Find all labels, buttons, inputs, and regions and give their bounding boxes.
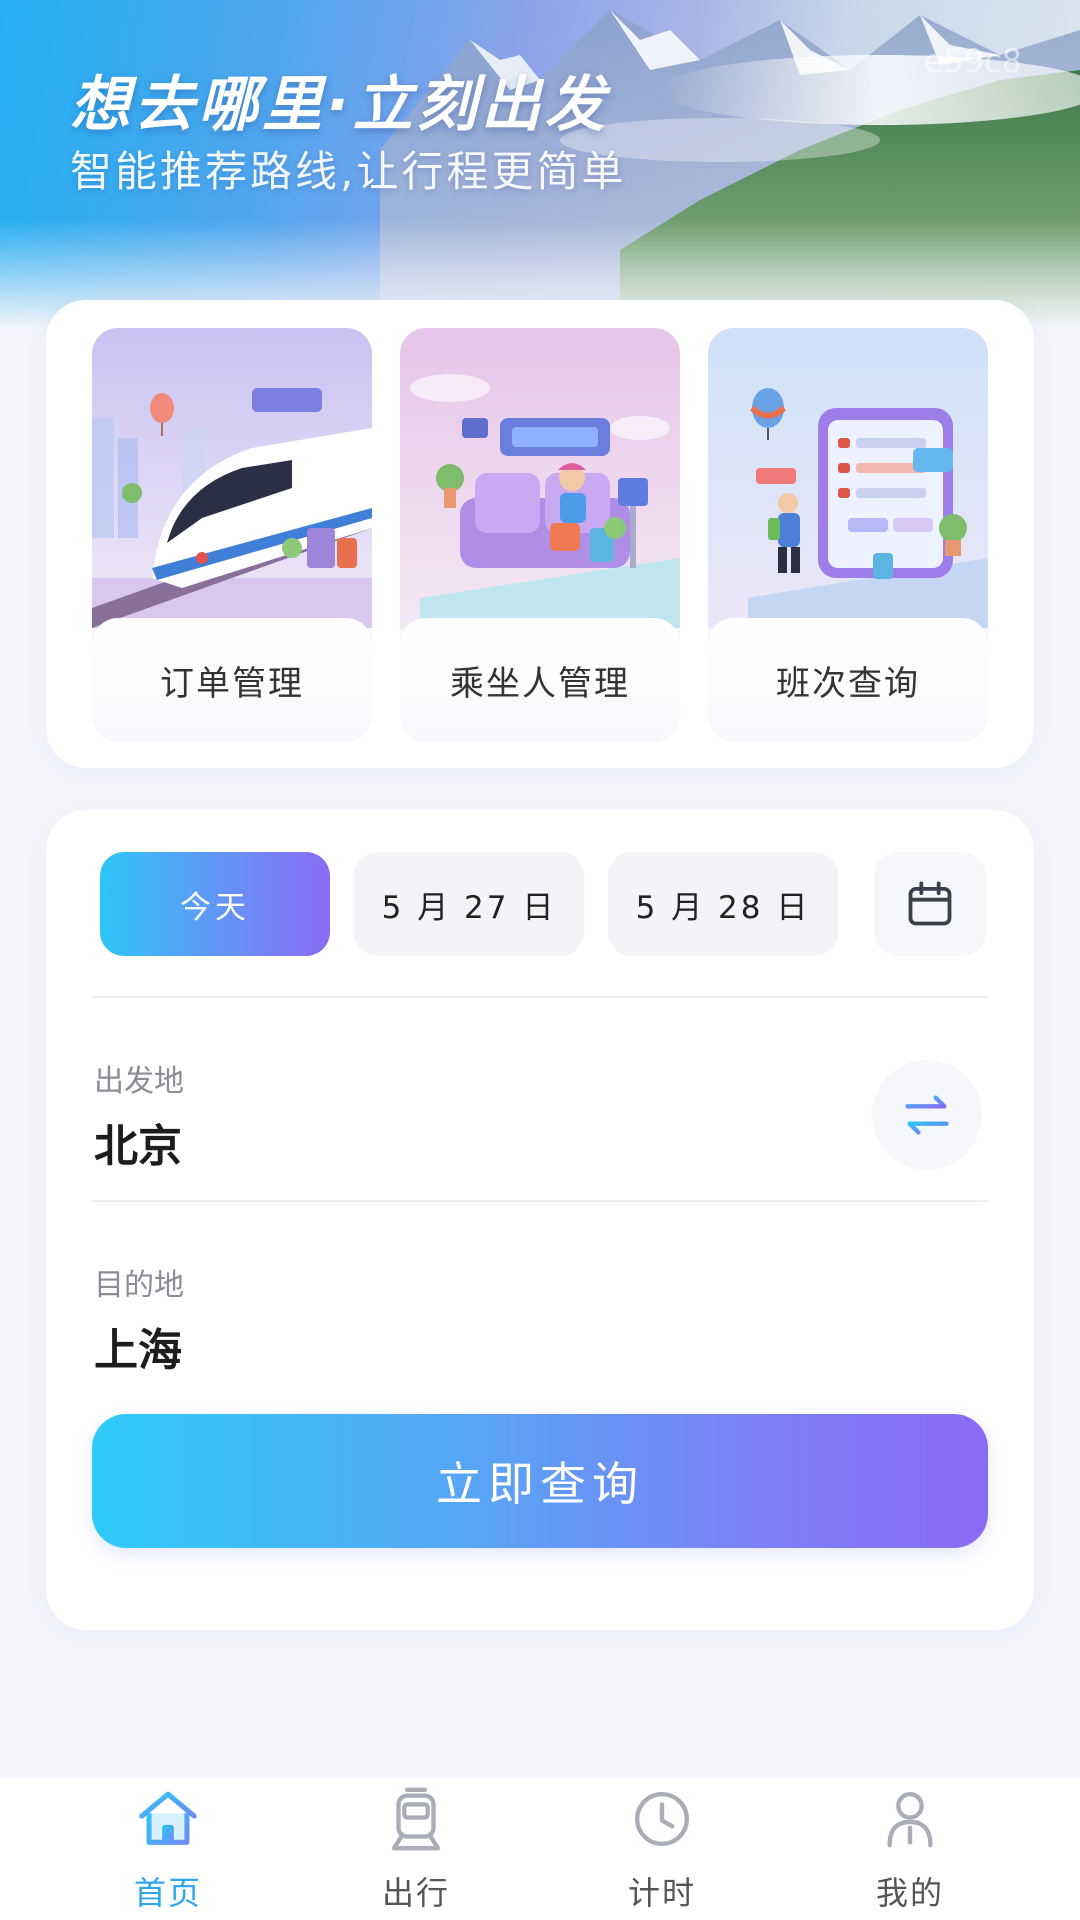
destination-label: 目的地 — [94, 1268, 184, 1303]
clock-icon — [635, 1792, 689, 1846]
query-button[interactable]: 立即查询 — [92, 1414, 988, 1548]
swap-arrows-icon — [905, 1095, 949, 1135]
nav-label: 出行 — [381, 1874, 450, 1912]
train-icon — [391, 1787, 441, 1851]
home-icon — [139, 1791, 197, 1845]
passenger-seat-illustration-icon — [400, 328, 680, 628]
date-chip-may28[interactable]: 5 月 28 日 — [608, 852, 838, 956]
nav-label: 我的 — [875, 1874, 944, 1912]
nav-item-trips[interactable]: 出行 — [316, 1778, 516, 1920]
search-card: 今天 5 月 27 日 5 月 28 日 出发地 北京 目的地 上海 立即查询 — [46, 810, 1034, 1630]
hero-code: e59c8 — [923, 42, 1022, 80]
calendar-icon — [908, 881, 952, 926]
nav-item-home[interactable]: 首页 — [68, 1778, 268, 1920]
calendar-button[interactable] — [874, 852, 986, 956]
hero-title: 想去哪里·立刻出发 — [70, 70, 609, 140]
origin-label: 出发地 — [94, 1064, 184, 1099]
destination-field[interactable]: 上海 — [94, 1314, 182, 1378]
feature-tile-orders[interactable]: 订单管理 — [92, 328, 372, 742]
divider — [92, 1200, 988, 1202]
feature-label: 订单管理 — [92, 618, 372, 742]
feature-label: 班次查询 — [708, 618, 988, 742]
nav-item-profile[interactable]: 我的 — [810, 1778, 1010, 1920]
nav-label: 计时 — [627, 1874, 696, 1912]
swap-button[interactable] — [872, 1060, 982, 1170]
date-chip-may27[interactable]: 5 月 27 日 — [354, 852, 584, 956]
feature-tile-schedules[interactable]: 班次查询 — [708, 328, 988, 742]
train-illustration-icon — [92, 328, 372, 628]
origin-field[interactable]: 北京 — [94, 1110, 182, 1174]
date-chip-today[interactable]: 今天 — [100, 852, 330, 956]
divider — [92, 996, 988, 998]
hero-banner: 想去哪里·立刻出发 智能推荐路线,让行程更简单 e59c8 — [0, 0, 1080, 330]
feature-card: 订单管理 乘坐人管理 班次查询 — [46, 300, 1034, 768]
user-icon — [887, 1792, 933, 1848]
feature-label: 乘坐人管理 — [400, 618, 680, 742]
bottom-nav: 首页 出行 计时 我的 — [0, 1778, 1080, 1920]
feature-tile-passengers[interactable]: 乘坐人管理 — [400, 328, 680, 742]
hero-subtitle: 智能推荐路线,让行程更简单 — [70, 147, 627, 196]
nav-item-timer[interactable]: 计时 — [562, 1778, 762, 1920]
nav-label: 首页 — [133, 1874, 202, 1912]
schedule-board-illustration-icon — [708, 328, 988, 628]
